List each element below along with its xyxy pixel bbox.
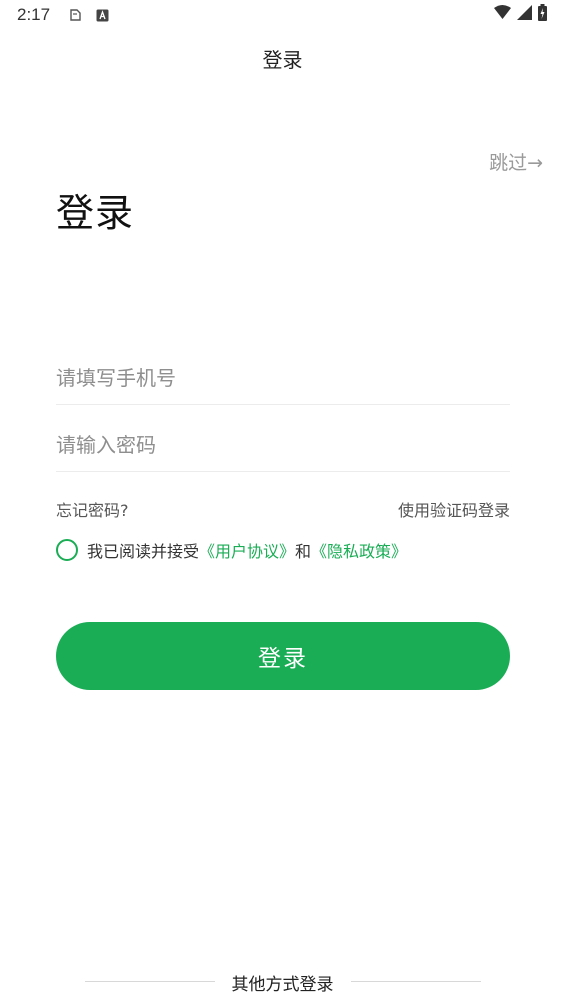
status-icons: [494, 3, 547, 25]
wifi-icon: [494, 4, 511, 24]
status-time: 2:17: [17, 5, 51, 24]
skip-button[interactable]: 跳过→: [489, 148, 543, 175]
page-title: 登录: [56, 191, 135, 235]
password-input[interactable]: [56, 419, 510, 471]
login-button[interactable]: 登录: [56, 622, 510, 690]
agreement-row: 我已阅读并接受 《用户协议》 和 《隐私政策》: [56, 538, 407, 562]
password-field-container: [56, 419, 510, 472]
header-title: 登录: [262, 48, 303, 72]
agreement-prefix: 我已阅读并接受: [87, 542, 200, 561]
battery-charging-icon: [538, 3, 547, 25]
agreement-checkbox[interactable]: [56, 539, 78, 561]
phone-input[interactable]: [56, 352, 510, 404]
forgot-password-link[interactable]: 忘记密码?: [56, 497, 129, 521]
a-badge-icon: [96, 7, 109, 22]
user-agreement-link[interactable]: 《用户协议》: [199, 538, 295, 562]
agreement-conjunction: 和: [295, 542, 312, 561]
sms-login-link[interactable]: 使用验证码登录: [398, 497, 510, 521]
signal-icon: [517, 4, 532, 24]
status-bar: 2:17: [0, 0, 565, 32]
clipboard-icon: [68, 7, 82, 21]
other-login-label: 其他方式登录: [231, 975, 334, 995]
phone-field-container: [56, 352, 510, 405]
privacy-policy-link[interactable]: 《隐私政策》: [311, 538, 407, 562]
divider-right: [351, 981, 481, 982]
